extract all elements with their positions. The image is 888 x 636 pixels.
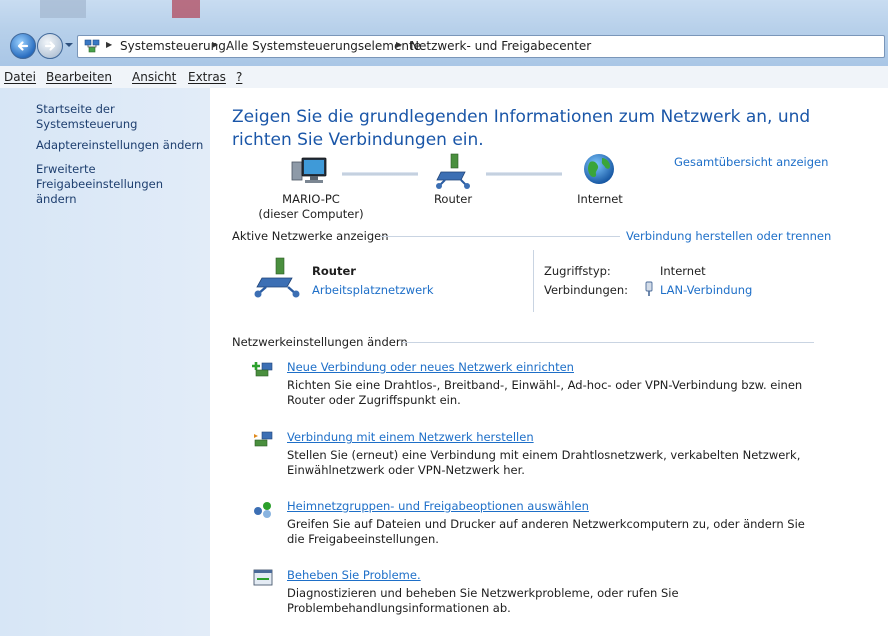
connection-line (342, 172, 418, 176)
connection-line (486, 172, 562, 176)
menu-bearbeiten[interactable]: Bearbeiten (46, 70, 112, 84)
chevron-right-icon[interactable]: ▶ (396, 40, 402, 49)
breadcrumb[interactable]: ▶ Systemsteuerung ▶ Alle Systemsteuerung… (77, 35, 885, 58)
menu-datei[interactable]: Datei (4, 70, 36, 84)
computer-subtitle: (dieser Computer) (258, 207, 364, 221)
ethernet-plug-icon (645, 281, 653, 296)
crumb-netzwerkcenter[interactable]: Netzwerk- und Freigabecenter (410, 39, 591, 53)
address-bar: ▶ Systemsteuerung ▶ Alle Systemsteuerung… (0, 0, 888, 66)
arrow-left-icon (17, 41, 29, 51)
forward-button[interactable] (37, 33, 63, 59)
main-content: Zeigen Sie die grundlegenden Information… (210, 88, 888, 636)
sidebar-item-sharing-settings[interactable]: Erweiterte Freigabeeinstellungen ändern (36, 162, 196, 207)
connections-label: Verbindungen: (544, 283, 628, 297)
computer-icon[interactable] (290, 154, 330, 188)
network-type-link[interactable]: Arbeitsplatznetzwerk (312, 283, 434, 297)
crumb-systemsteuerung[interactable]: Systemsteuerung (120, 39, 226, 53)
network-name: Router (312, 264, 356, 278)
connect-network-description: Stellen Sie (erneut) eine Verbindung mit… (287, 448, 801, 477)
arrow-right-icon (44, 41, 56, 51)
divider (380, 236, 620, 237)
active-networks-header: Aktive Netzwerke anzeigen (232, 229, 389, 243)
new-connection-description: Richten Sie eine Drahtlos-, Breitband-, … (287, 378, 803, 407)
router-label: Router (433, 192, 473, 206)
connect-network-icon (254, 431, 273, 447)
router-icon[interactable] (435, 152, 471, 190)
background-window-glimpse (40, 0, 86, 18)
access-type-value: Internet (660, 264, 706, 278)
new-connection-link[interactable]: Neue Verbindung oder neues Netzwerk einr… (287, 360, 574, 374)
background-window-glimpse (172, 0, 200, 18)
vertical-divider (533, 250, 534, 312)
internet-globe-icon[interactable] (582, 152, 616, 186)
new-connection-icon (252, 362, 273, 377)
chevron-down-icon[interactable] (64, 41, 74, 49)
divider (402, 342, 814, 343)
network-center-icon (84, 39, 100, 53)
homegroup-icon (254, 502, 271, 518)
internet-label: Internet (577, 192, 623, 206)
menu-ansicht[interactable]: Ansicht (132, 70, 176, 84)
computer-name: MARIO-PC (282, 192, 340, 206)
menu-help[interactable]: ? (236, 70, 242, 84)
sidebar-item-home[interactable]: Startseite der Systemsteuerung (36, 102, 206, 132)
sidebar: Startseite der Systemsteuerung Adapterei… (0, 88, 210, 636)
chevron-right-icon[interactable]: ▶ (106, 40, 112, 49)
troubleshoot-description: Diagnostizieren und beheben Sie Netzwerk… (287, 586, 679, 615)
back-button[interactable] (10, 33, 36, 59)
connect-disconnect-link[interactable]: Verbindung herstellen oder trennen (626, 229, 831, 243)
change-settings-header: Netzwerkeinstellungen ändern (232, 335, 408, 349)
menu-bar: Datei Bearbeiten Ansicht Extras ? (0, 66, 888, 89)
crumb-alle-elemente[interactable]: Alle Systemsteuerungselemente (226, 39, 421, 53)
homegroup-description: Greifen Sie auf Dateien und Drucker auf … (287, 517, 805, 546)
menu-extras[interactable]: Extras (188, 70, 226, 84)
troubleshoot-link[interactable]: Beheben Sie Probleme. (287, 568, 421, 582)
full-map-link[interactable]: Gesamtübersicht anzeigen (674, 155, 828, 169)
sidebar-item-adapter-settings[interactable]: Adaptereinstellungen ändern (36, 138, 206, 153)
lan-connection-link[interactable]: LAN-Verbindung (660, 283, 752, 297)
chevron-right-icon[interactable]: ▶ (212, 40, 218, 49)
access-type-label: Zugriffstyp: (544, 264, 611, 278)
network-icon (254, 257, 300, 298)
page-title: Zeigen Sie die grundlegenden Information… (232, 107, 811, 150)
homegroup-link[interactable]: Heimnetzgruppen- und Freigabeoptionen au… (287, 499, 589, 513)
connect-network-link[interactable]: Verbindung mit einem Netzwerk herstellen (287, 430, 534, 444)
troubleshoot-icon (253, 569, 273, 586)
